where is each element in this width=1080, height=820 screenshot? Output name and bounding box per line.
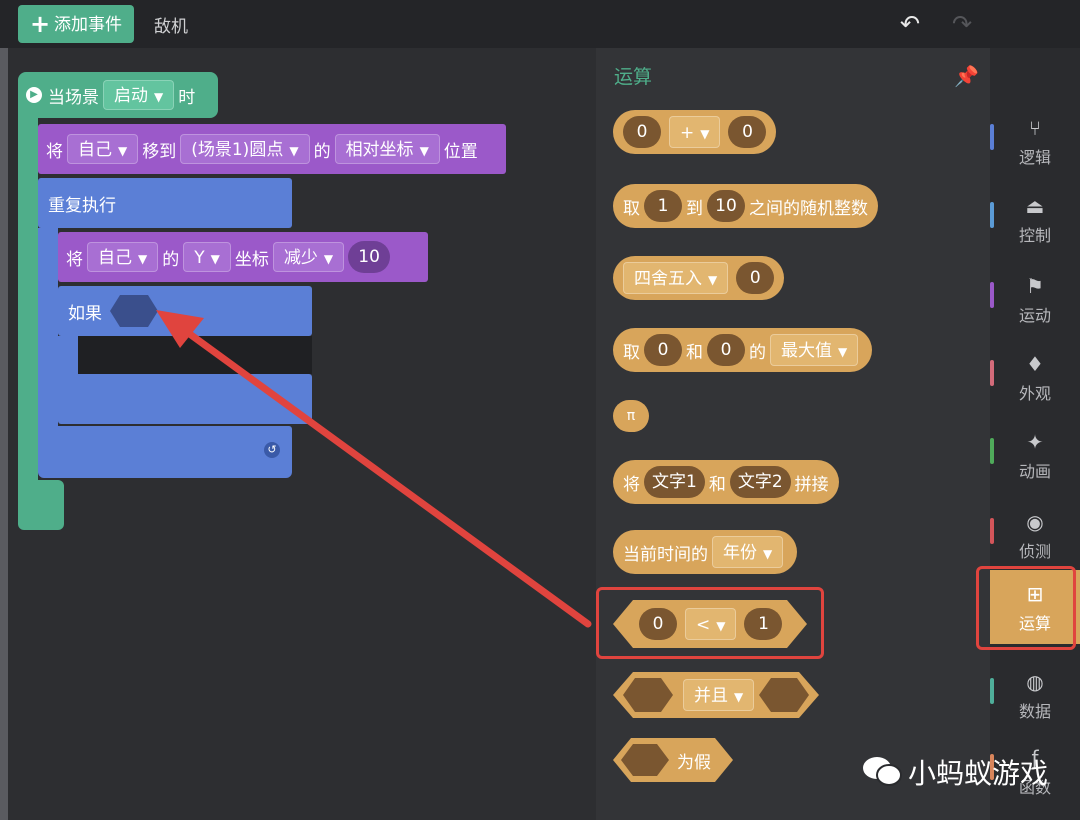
max-min-dropdown[interactable]: 最大值 ▼	[770, 334, 859, 366]
if-body-slot[interactable]	[78, 336, 312, 374]
when-scene-block[interactable]: ▶ 当场景 启动 ▼ 时	[18, 72, 218, 118]
scene-event-dropdown[interactable]: 启动 ▼	[103, 80, 175, 110]
dropdown-arrow-icon: ▼	[763, 547, 773, 561]
motion-icon: ⚑	[1026, 274, 1044, 298]
workspace-scrollbar[interactable]	[0, 48, 8, 820]
dropdown-arrow-icon: ▼	[323, 252, 334, 266]
block-palette: 运算 📌 0 + ▼ 0 取 1 到 10 之间的随机整数 四舍五入 ▼ 0 取 0…	[596, 48, 990, 820]
logic-icon: ⑂	[1029, 116, 1041, 140]
dropdown-arrow-icon: ▼	[138, 252, 148, 266]
animation-icon: ✦	[1026, 430, 1044, 454]
move-to-block[interactable]: 将 自己 ▼ 移到 (场景1)圆点 ▼ 的 相对坐标 ▼ 位置	[38, 124, 506, 174]
repeat-forever-block[interactable]: 重复执行	[38, 178, 292, 228]
category-sidebar: ⑂ 逻辑 ⏏ 控制 ⚑ 运动 ♦ 外观 ✦ 动画 ◉ 侦测 ⊞ 运算 ◍ 数据 ƒ 函数	[990, 48, 1080, 820]
category-data[interactable]: ◍ 数据	[990, 664, 1080, 734]
play-icon: ▶	[26, 87, 42, 103]
dropdown-arrow-icon: ▼	[210, 252, 220, 266]
arithmetic-block[interactable]: 0 + ▼ 0	[613, 110, 777, 154]
highlight-box	[596, 587, 824, 659]
sprite-dropdown[interactable]: 自己 ▼	[87, 242, 159, 272]
logic-operator-dropdown[interactable]: 并且 ▼	[683, 679, 755, 711]
coord-dropdown[interactable]: 相对坐标 ▼	[334, 134, 440, 164]
highlight-box	[976, 566, 1076, 650]
loop-icon: ↺	[264, 442, 280, 458]
time-unit-dropdown[interactable]: 年份 ▼	[712, 536, 784, 568]
and-block[interactable]: 并且 ▼	[613, 672, 819, 718]
hat-suffix: 时	[178, 87, 196, 108]
change-mode-dropdown[interactable]: 减少 ▼	[272, 242, 345, 272]
code-workspace[interactable]: ▶ 当场景 启动 ▼ 时 将 自己 ▼ 移到 (场景1)圆点 ▼ 的 相对坐标 ▼ 位置…	[8, 48, 596, 820]
not-block[interactable]: 为假	[613, 738, 733, 782]
dropdown-arrow-icon: ▼	[734, 690, 744, 704]
round-block[interactable]: 四舍五入 ▼ 0	[613, 256, 785, 300]
top-bar: + 添加事件 敌机 ↶ ↷	[0, 0, 1080, 48]
if-block[interactable]: 如果	[58, 286, 312, 336]
category-motion[interactable]: ⚑ 运动	[990, 268, 1080, 338]
dropdown-arrow-icon: ▼	[700, 127, 710, 141]
target-dropdown[interactable]: (场景1)圆点 ▼	[180, 134, 310, 164]
if-block-spine	[58, 336, 78, 376]
condition-slot[interactable]	[108, 293, 160, 329]
undo-icon[interactable]: ↶	[900, 10, 920, 38]
palette-title: 运算	[614, 66, 653, 88]
axis-dropdown[interactable]: Y ▼	[183, 242, 231, 272]
dropdown-arrow-icon: ▼	[838, 345, 848, 359]
change-y-block[interactable]: 将 自己 ▼ 的 Y ▼ 坐标 减少 ▼ 10	[58, 232, 428, 282]
wechat-icon	[863, 757, 902, 786]
category-animation[interactable]: ✦ 动画	[990, 424, 1080, 494]
dropdown-arrow-icon: ▼	[289, 144, 299, 158]
control-icon: ⏏	[1025, 194, 1045, 218]
dropdown-arrow-icon: ▼	[154, 90, 164, 104]
sensing-icon: ◉	[1026, 510, 1044, 534]
if-block-foot	[58, 374, 312, 424]
round-mode-dropdown[interactable]: 四舍五入 ▼	[623, 262, 729, 294]
join-text-block[interactable]: 将 文字1 和 文字2 拼接	[613, 460, 839, 504]
category-sensing[interactable]: ◉ 侦测	[990, 504, 1080, 574]
dropdown-arrow-icon: ▼	[118, 144, 128, 158]
pi-block[interactable]: π	[613, 400, 649, 432]
event-block-foot	[18, 480, 64, 530]
dropdown-arrow-icon: ▼	[708, 273, 718, 287]
pin-icon[interactable]: 📌	[954, 64, 979, 88]
hat-prefix: 当场景	[48, 87, 99, 108]
amount-input[interactable]: 10	[348, 241, 391, 273]
looks-icon: ♦	[1026, 352, 1044, 376]
sprite-dropdown[interactable]: 自己 ▼	[67, 134, 139, 164]
random-int-block[interactable]: 取 1 到 10 之间的随机整数	[613, 184, 878, 228]
category-looks[interactable]: ♦ 外观	[990, 346, 1080, 416]
max-min-block[interactable]: 取 0 和 0 的 最大值 ▼	[613, 328, 873, 372]
watermark-text: 小蚂蚁游戏	[908, 757, 1049, 790]
category-logic[interactable]: ⑂ 逻辑	[990, 110, 1080, 180]
redo-icon[interactable]: ↷	[952, 10, 972, 38]
category-control[interactable]: ⏏ 控制	[990, 188, 1080, 258]
event-block-spine	[18, 118, 38, 482]
current-time-block[interactable]: 当前时间的 年份 ▼	[613, 530, 798, 574]
add-event-button[interactable]: + 添加事件	[18, 5, 134, 43]
repeat-block-spine	[38, 228, 58, 428]
dropdown-arrow-icon: ▼	[419, 144, 429, 158]
plus-icon: +	[29, 10, 51, 38]
data-icon: ◍	[1026, 670, 1044, 694]
operator-dropdown[interactable]: + ▼	[669, 116, 721, 148]
repeat-block-foot: ↺	[38, 426, 292, 478]
tab-enemy[interactable]: 敌机	[154, 12, 188, 37]
